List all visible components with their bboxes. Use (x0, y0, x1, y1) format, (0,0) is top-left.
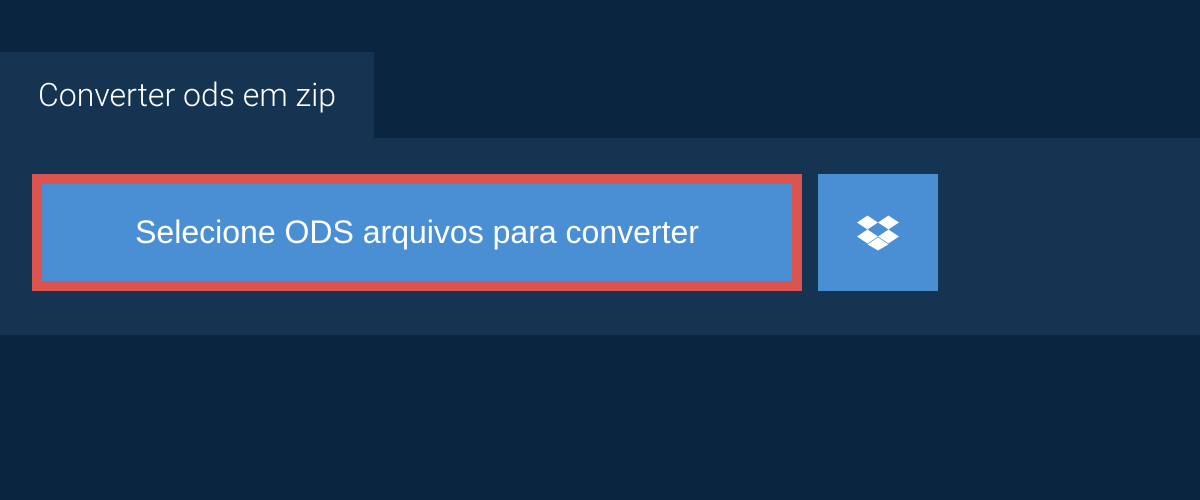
dropbox-button[interactable] (818, 174, 938, 291)
select-files-label: Selecione ODS arquivos para converter (135, 214, 699, 251)
dropbox-icon (857, 212, 899, 254)
select-files-button[interactable]: Selecione ODS arquivos para converter (32, 174, 802, 291)
tab-converter[interactable]: Converter ods em zip (0, 52, 374, 138)
button-row: Selecione ODS arquivos para converter (32, 174, 1168, 291)
tab-label: Converter ods em zip (38, 76, 336, 114)
converter-panel: Selecione ODS arquivos para converter (0, 138, 1200, 335)
